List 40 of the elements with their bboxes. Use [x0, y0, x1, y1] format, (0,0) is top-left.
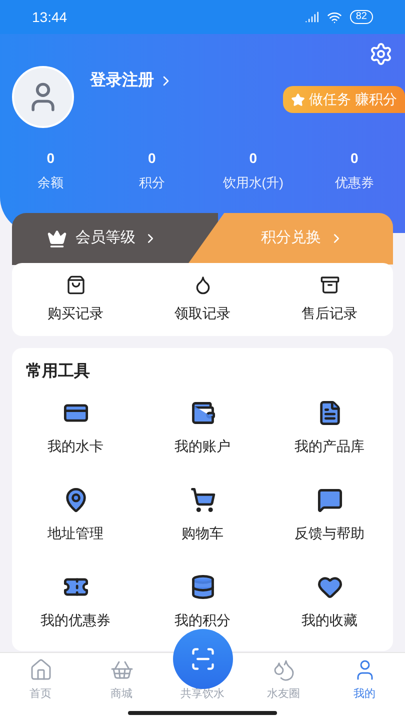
- record-item[interactable]: 购买记录: [12, 274, 139, 324]
- record-item[interactable]: 领取记录: [139, 274, 266, 324]
- chat-bubble-icon: [316, 486, 342, 512]
- record-item[interactable]: 售后记录: [266, 274, 393, 324]
- battery-indicator: 82: [350, 10, 373, 24]
- stat-label: 余额: [38, 174, 64, 192]
- stat-value: 0: [249, 149, 258, 168]
- tool-item[interactable]: 我的优惠券: [12, 574, 139, 630]
- tool-item[interactable]: 我的收藏: [266, 574, 393, 630]
- stat-value: 0: [350, 149, 358, 168]
- tool-item[interactable]: 我的账户: [139, 400, 266, 456]
- tool-item[interactable]: 我的产品库: [266, 400, 393, 456]
- stat-value: 0: [148, 149, 156, 168]
- wifi-icon: [326, 10, 342, 24]
- login-link[interactable]: 登录注册: [90, 69, 174, 93]
- member-level-button[interactable]: 会员等级: [12, 212, 218, 264]
- bag-icon: [66, 274, 86, 294]
- tools-title: 常用工具: [25, 362, 91, 382]
- cart-icon: [190, 486, 216, 512]
- nav-tab[interactable]: 我的: [352, 658, 376, 702]
- status-time: 13:44: [32, 8, 68, 26]
- coin-stack-icon: [190, 574, 216, 600]
- stat-label: 优惠券: [334, 174, 374, 192]
- scan-icon: [190, 646, 216, 672]
- tool-item[interactable]: 反馈与帮助: [266, 486, 393, 544]
- wallet-icon: [190, 400, 216, 426]
- tool-item[interactable]: 我的水卡: [12, 400, 139, 456]
- settings-icon[interactable]: [369, 42, 393, 66]
- box-icon: [320, 274, 340, 294]
- drops-icon: [272, 658, 296, 682]
- stat-label: 饮用水(升): [222, 174, 284, 192]
- stat-label: 积分: [138, 174, 165, 192]
- signal-icon: [304, 10, 319, 24]
- star-icon: [291, 92, 306, 106]
- tool-item[interactable]: 我的积分: [139, 574, 266, 630]
- tool-item[interactable]: 购物车: [139, 486, 266, 544]
- tool-item[interactable]: 地址管理: [12, 486, 139, 544]
- stat-value: 0: [46, 149, 55, 168]
- crown-icon: [47, 228, 68, 248]
- home-icon: [28, 658, 52, 682]
